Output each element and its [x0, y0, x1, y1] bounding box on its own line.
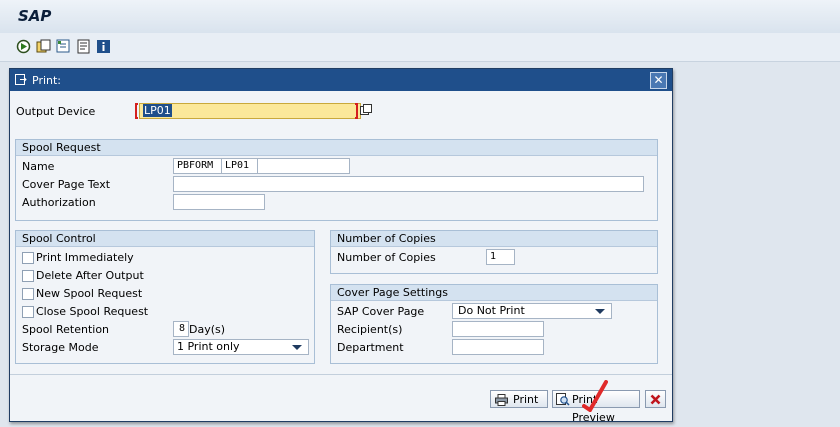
cover-page-settings-group: Cover Page Settings SAP Cover Page Do No… [330, 284, 658, 364]
close-spool-request-label: Close Spool Request [36, 305, 149, 318]
department-label: Department [337, 341, 404, 354]
value-help-icon[interactable] [360, 104, 372, 116]
print-immediately-label: Print Immediately [36, 251, 134, 264]
spool-request-title: Spool Request [22, 141, 101, 154]
output-device-label: Output Device [16, 105, 96, 118]
print-dialog: Print: ✕ Output Device LP01 Spool Reques… [9, 68, 673, 424]
printer-icon [495, 394, 508, 406]
output-device-input[interactable]: LP01 [139, 103, 361, 119]
delete-after-output-label: Delete After Output [36, 269, 144, 282]
spool-request-header: Spool Request [16, 140, 657, 156]
dialog-window-icon [15, 74, 27, 85]
sap-cover-page-dropdown[interactable]: Do Not Print [452, 303, 612, 319]
spool-retention-input[interactable]: 8 [173, 321, 189, 337]
name-field-1[interactable]: PBFORM [173, 158, 226, 174]
recipient-input[interactable] [452, 321, 544, 337]
footer-divider [10, 374, 672, 375]
spool-request-group: Spool Request Name PBFORM LP01 Cover Pag… [15, 139, 658, 221]
copy-icon[interactable] [36, 39, 51, 54]
sap-cover-page-label: SAP Cover Page [337, 305, 425, 318]
delete-after-output-checkbox[interactable] [22, 270, 34, 282]
authorization-label: Authorization [22, 196, 96, 209]
dialog-header: Print: ✕ [10, 69, 672, 91]
authorization-input[interactable] [173, 194, 265, 210]
name-label: Name [22, 160, 55, 173]
application-toolbar [0, 33, 840, 62]
close-icon[interactable]: ✕ [650, 72, 667, 89]
cover-page-text-input[interactable] [173, 176, 644, 192]
info-icon[interactable] [96, 39, 111, 54]
number-of-copies-input[interactable]: 1 [486, 249, 515, 265]
name-field-3[interactable] [257, 158, 350, 174]
output-device-value: LP01 [143, 104, 172, 117]
print-preview-icon [556, 393, 570, 406]
cancel-button[interactable] [645, 390, 666, 408]
check-annotation-icon [582, 380, 608, 412]
print-button[interactable]: Print [490, 390, 548, 408]
spool-retention-label: Spool Retention [22, 323, 110, 336]
app-title-bar: SAP [0, 0, 840, 33]
storage-mode-value: 1 Print only [177, 340, 240, 353]
close-spool-request-checkbox[interactable] [22, 306, 34, 318]
chevron-down-icon [595, 309, 605, 314]
execute-icon[interactable] [16, 39, 31, 54]
cover-page-text-label: Cover Page Text [22, 178, 111, 191]
name-field-2[interactable]: LP01 [221, 158, 261, 174]
cancel-icon [650, 394, 661, 405]
storage-mode-dropdown[interactable]: 1 Print only [173, 339, 309, 355]
recipient-label: Recipient(s) [337, 323, 403, 336]
cover-page-settings-header: Cover Page Settings [331, 285, 657, 301]
new-spool-request-label: New Spool Request [36, 287, 143, 300]
number-of-copies-title: Number of Copies [337, 232, 436, 245]
number-of-copies-label: Number of Copies [337, 251, 436, 264]
new-spool-request-checkbox[interactable] [22, 288, 34, 300]
required-marker-right [355, 103, 358, 119]
cover-page-settings-title: Cover Page Settings [337, 286, 448, 299]
number-of-copies-header: Number of Copies [331, 231, 657, 247]
dialog-title: Print: [32, 74, 62, 87]
spool-control-title: Spool Control [22, 232, 96, 245]
print-immediately-checkbox[interactable] [22, 252, 34, 264]
print-button-label: Print [513, 393, 539, 406]
required-marker-left [135, 103, 138, 119]
number-of-copies-group: Number of Copies Number of Copies 1 [330, 230, 658, 274]
find-icon[interactable] [56, 39, 71, 54]
spool-control-group: Spool Control Print Immediately Delete A… [15, 230, 315, 364]
chevron-down-icon [292, 345, 302, 350]
spool-retention-unit: Day(s) [189, 323, 226, 336]
sap-cover-page-value: Do Not Print [458, 304, 525, 317]
print-list-icon[interactable] [76, 39, 91, 54]
spool-control-header: Spool Control [16, 231, 314, 247]
storage-mode-label: Storage Mode [22, 341, 99, 354]
department-input[interactable] [452, 339, 544, 355]
app-title: SAP [18, 7, 52, 25]
